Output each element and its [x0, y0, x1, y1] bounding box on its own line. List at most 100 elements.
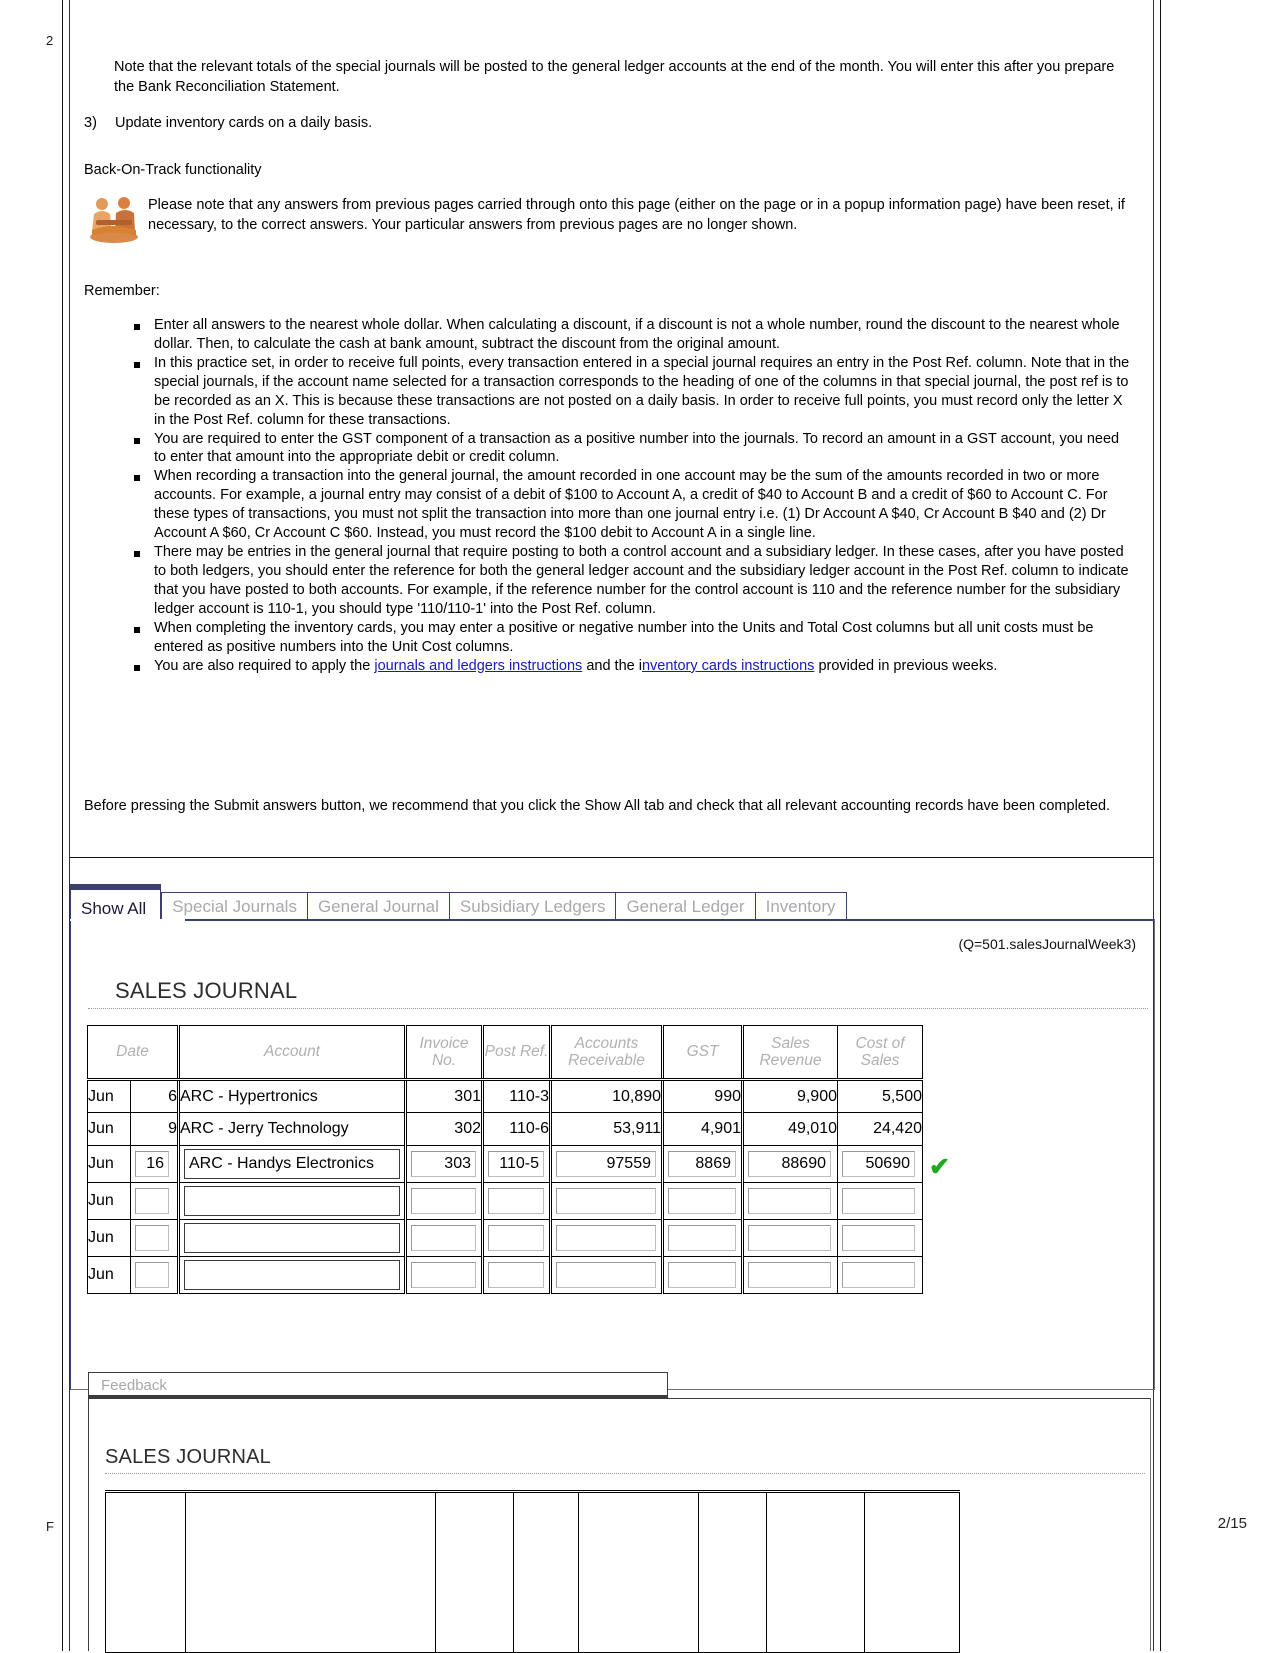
table-row: Jun: [87, 1219, 923, 1257]
list-item: There may be entries in the general jour…: [128, 543, 1133, 619]
account-input[interactable]: [184, 1186, 400, 1216]
tab-inventory[interactable]: Inventory: [754, 892, 847, 920]
feedback-sales-journal-title: SALES JOURNAL: [105, 1446, 271, 1468]
cell-account: ARC - Jerry Technology: [177, 1112, 406, 1146]
feedback-label: Feedback: [101, 1377, 167, 1394]
gst-input[interactable]: 8869: [668, 1151, 736, 1177]
list-item: Enter all answers to the nearest whole d…: [128, 316, 1133, 354]
active-tab-underline-gap: [70, 919, 185, 921]
cell-post-ref: [481, 1182, 551, 1220]
table-row: Jun 9 ARC - Jerry Technology 302 110-6 5…: [87, 1112, 923, 1146]
cell-cost-of-sales: 50690: [837, 1145, 923, 1183]
cell-account: [185, 1491, 436, 1653]
people-icon: [90, 197, 138, 243]
gst-input[interactable]: [668, 1262, 736, 1288]
day-input[interactable]: [135, 1262, 169, 1288]
cell-invoice-no: 301: [404, 1079, 483, 1113]
cell-accounts-receivable: 53,911: [549, 1112, 663, 1146]
invoice-no-input[interactable]: [411, 1188, 476, 1214]
post-ref-input[interactable]: [488, 1188, 544, 1214]
remember-label: Remember:: [84, 283, 160, 299]
header-account: Account: [177, 1025, 406, 1081]
cell-month: Jun: [87, 1112, 131, 1146]
accounts-receivable-input[interactable]: [556, 1262, 656, 1288]
sales-revenue-input[interactable]: 88690: [748, 1151, 831, 1177]
cell-day: 6: [130, 1079, 179, 1113]
cell-post-ref: 110-5: [481, 1145, 551, 1183]
day-input[interactable]: 16: [135, 1151, 169, 1177]
cell-accounts-receivable: [549, 1256, 663, 1294]
table-row: [105, 1491, 960, 1653]
day-input[interactable]: [135, 1188, 169, 1214]
feedback-box[interactable]: Feedback: [88, 1372, 668, 1398]
invoice-no-input[interactable]: 303: [411, 1151, 476, 1177]
accounts-receivable-input[interactable]: 97559: [556, 1151, 656, 1177]
cell-sales-revenue: [741, 1256, 838, 1294]
cell-sales-revenue: [741, 1219, 838, 1257]
note-paragraph: Note that the relevant totals of the spe…: [114, 59, 1115, 95]
link-middle-text: and the i: [582, 657, 642, 674]
question-id-label: (Q=501.salesJournalWeek3): [958, 936, 1136, 952]
cell-gst: 4,901: [661, 1112, 743, 1146]
cell-day: 16: [130, 1145, 179, 1183]
tab-show-all[interactable]: Show All: [70, 884, 162, 920]
list-item-with-links: You are also required to apply the journ…: [128, 657, 1133, 676]
header-cost-of-sales: Cost of Sales: [837, 1025, 923, 1081]
cell-sales-revenue: [766, 1491, 865, 1653]
cell-accounts-receivable: [549, 1182, 663, 1220]
account-input[interactable]: [184, 1223, 400, 1253]
cost-of-sales-input[interactable]: [842, 1225, 915, 1251]
account-input[interactable]: ARC - Handys Electronics: [184, 1149, 400, 1179]
cell-gst: 990: [661, 1079, 743, 1113]
cell-cost-of-sales: [837, 1182, 923, 1220]
cell-accounts-receivable: 10,890: [549, 1079, 663, 1113]
post-ref-input[interactable]: 110-5: [488, 1151, 544, 1177]
cell-invoice-no: [404, 1219, 483, 1257]
accounts-receivable-input[interactable]: [556, 1225, 656, 1251]
sales-revenue-input[interactable]: [748, 1188, 831, 1214]
cell-gst: [661, 1219, 743, 1257]
cell-post-ref: 110-6: [481, 1112, 551, 1146]
cell-day: [130, 1182, 179, 1220]
gst-input[interactable]: [668, 1225, 736, 1251]
post-ref-input[interactable]: [488, 1262, 544, 1288]
cell-invoice-no: [404, 1256, 483, 1294]
cell-gst: [698, 1491, 767, 1653]
sales-revenue-input[interactable]: [748, 1225, 831, 1251]
cost-of-sales-input[interactable]: [842, 1188, 915, 1214]
correct-checkmark-icon: ✔: [929, 1153, 950, 1181]
cell-gst: 8869: [661, 1145, 743, 1183]
invoice-no-input[interactable]: [411, 1262, 476, 1288]
journals-and-ledgers-instructions-link[interactable]: journals and ledgers instructions: [374, 658, 582, 674]
cell-account: [177, 1256, 406, 1294]
cell-account: ARC - Hypertronics: [177, 1079, 406, 1113]
cell-invoice-no: [404, 1182, 483, 1220]
tab-special-journals[interactable]: Special Journals: [161, 892, 308, 920]
cell-cost-of-sales: 24,420: [837, 1112, 923, 1146]
header-invoice-no: Invoice No.: [404, 1025, 483, 1081]
instructions-section: Note that the relevant totals of the spe…: [70, 0, 1154, 858]
cell-day: [130, 1256, 179, 1294]
post-ref-input[interactable]: [488, 1225, 544, 1251]
invoice-no-input[interactable]: [411, 1225, 476, 1251]
item-text: Update inventory cards on a daily basis.: [115, 115, 373, 131]
tab-general-journal[interactable]: General Journal: [306, 892, 450, 920]
gst-input[interactable]: [668, 1188, 736, 1214]
cell-sales-revenue: 88690: [741, 1145, 838, 1183]
table-row: Jun: [87, 1182, 923, 1220]
sales-revenue-input[interactable]: [748, 1262, 831, 1288]
inventory-cards-instructions-link[interactable]: nventory cards instructions: [642, 658, 814, 674]
accounts-receivable-input[interactable]: [556, 1188, 656, 1214]
table-row: Jun 6 ARC - Hypertronics 301 110-3 10,89…: [87, 1079, 923, 1113]
table-row: Jun: [87, 1256, 923, 1294]
cost-of-sales-input[interactable]: [842, 1262, 915, 1288]
tab-subsidiary-ledgers[interactable]: Subsidiary Ledgers: [448, 892, 617, 920]
header-post-ref: Post Ref.: [481, 1025, 551, 1081]
back-on-track-heading: Back-On-Track functionality: [84, 162, 262, 178]
account-input[interactable]: [184, 1260, 400, 1290]
tab-general-ledger[interactable]: General Ledger: [615, 892, 756, 920]
cell-invoice-no: 302: [404, 1112, 483, 1146]
cell-date: [105, 1491, 186, 1653]
cost-of-sales-input[interactable]: 50690: [842, 1151, 915, 1177]
day-input[interactable]: [135, 1225, 169, 1251]
